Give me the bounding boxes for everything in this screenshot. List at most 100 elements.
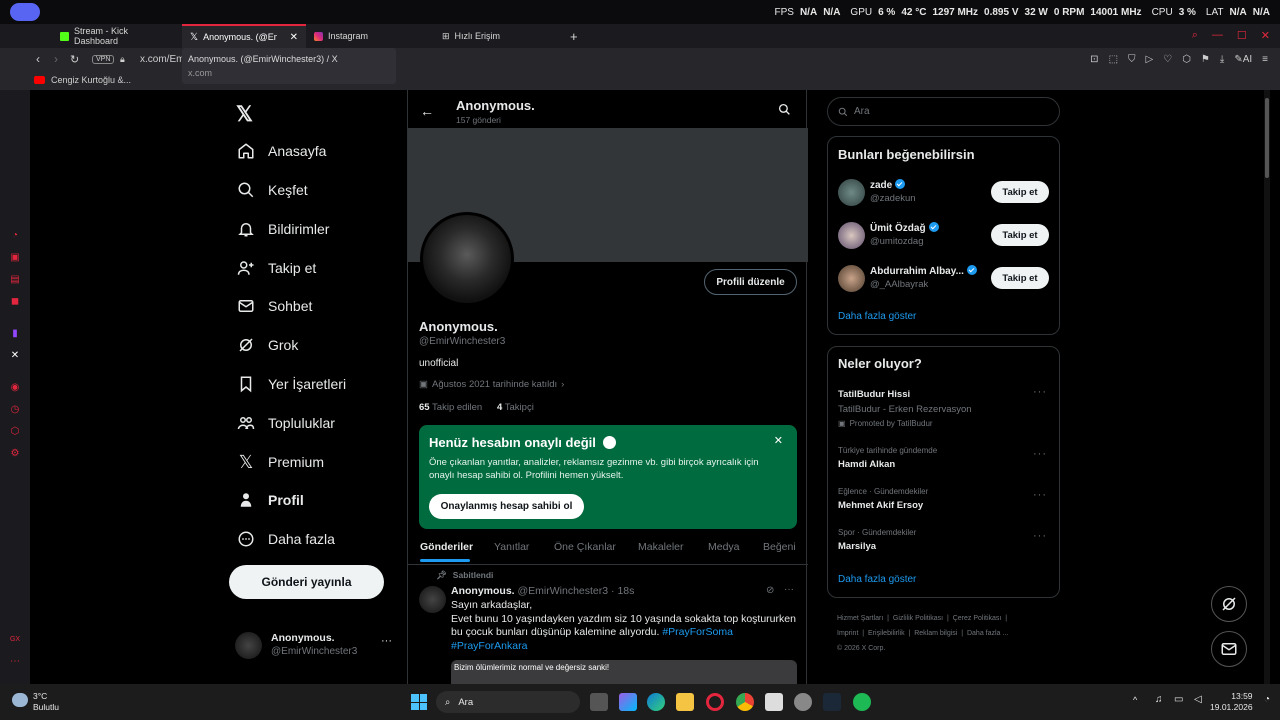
- taskbar-search[interactable]: ⌕ Ara: [436, 691, 580, 713]
- trend-title[interactable]: TatilBudur Hissi: [838, 389, 910, 400]
- get-verified-button[interactable]: Onaylanmış hesap sahibi ol: [429, 494, 584, 519]
- vpn-badge[interactable]: VPN: [92, 54, 115, 64]
- chrome-icon[interactable]: [736, 693, 754, 711]
- hashtag-link[interactable]: #PrayForSoma: [662, 626, 733, 638]
- new-tab-button[interactable]: +: [562, 24, 586, 48]
- weather-widget[interactable]: 3°C Bulutlu: [33, 691, 59, 713]
- tab-kick[interactable]: Stream - Kick Dashboard: [52, 24, 182, 48]
- trend-title[interactable]: Mehmet Akif Ersoy: [838, 500, 923, 511]
- edge-icon[interactable]: [647, 693, 665, 711]
- sidebar-more-icon[interactable]: ⋯: [9, 656, 21, 668]
- opera-gx-icon[interactable]: [706, 693, 724, 711]
- footer-link[interactable]: Çerez Politikası: [953, 615, 1002, 622]
- tab-speed-dial[interactable]: ⊞ Hızlı Erişim: [434, 24, 562, 48]
- suggestion-name-row[interactable]: zade: [870, 179, 906, 191]
- back-arrow-icon[interactable]: ←: [420, 103, 434, 119]
- nav-notifications[interactable]: Bildirimler: [237, 217, 329, 241]
- nav-grok[interactable]: Grok: [237, 333, 298, 357]
- nav-explore[interactable]: Keşfet: [237, 178, 308, 202]
- suggestion-name-row[interactable]: Abdurrahim Albay...: [870, 265, 977, 277]
- tab-x-profile[interactable]: 𝕏 Anonymous. (@EmirW ✕: [182, 24, 306, 48]
- show-more-link[interactable]: Daha fazla göster: [838, 311, 916, 322]
- messenger-icon[interactable]: ▤: [9, 274, 21, 286]
- windows-start-icon[interactable]: [411, 694, 427, 710]
- shopping-icon[interactable]: ▣: [9, 252, 21, 264]
- footer-link[interactable]: Hizmet Şartları: [837, 615, 883, 622]
- x-sidebar-icon[interactable]: ✕: [9, 350, 21, 362]
- trend-more-icon[interactable]: ···: [1033, 386, 1047, 398]
- nav-communities[interactable]: Topluluklar: [237, 411, 335, 435]
- post-button[interactable]: Gönderi yayınla: [229, 565, 384, 599]
- forward-icon[interactable]: ›: [54, 52, 58, 66]
- scrollbar[interactable]: [1264, 90, 1270, 684]
- bookmark-page-icon[interactable]: ⊡: [1090, 54, 1098, 65]
- steam-icon[interactable]: [823, 693, 841, 711]
- scrollbar-thumb[interactable]: [1265, 98, 1269, 178]
- file-explorer-icon[interactable]: [676, 693, 694, 711]
- nav-chat[interactable]: Sohbet: [237, 294, 312, 318]
- avatar[interactable]: [838, 222, 865, 249]
- post-avatar[interactable]: [419, 586, 446, 613]
- tab-replies[interactable]: Yanıtlar: [494, 541, 529, 553]
- maximize-icon[interactable]: ☐: [1237, 29, 1247, 42]
- nav-bookmarks[interactable]: Yer İşaretleri: [237, 372, 346, 396]
- account-switcher[interactable]: Anonymous. @EmirWinchester3 ···: [235, 630, 405, 660]
- tab-articles[interactable]: Makaleler: [638, 541, 684, 553]
- bookmark-item[interactable]: Cengiz Kurtoğlu &...: [51, 75, 131, 85]
- avatar[interactable]: [838, 265, 865, 292]
- store-icon[interactable]: [765, 693, 783, 711]
- mic-icon[interactable]: ♫: [1155, 694, 1163, 705]
- url-field[interactable]: x.com/Emi: [140, 54, 187, 65]
- nav-more[interactable]: Daha fazla: [237, 527, 335, 551]
- nav-profile[interactable]: Profil: [237, 488, 304, 512]
- trend-more-icon[interactable]: ···: [1033, 530, 1047, 542]
- grok-fab[interactable]: [1211, 586, 1247, 622]
- close-icon[interactable]: ✕: [774, 434, 783, 447]
- messages-fab[interactable]: [1211, 631, 1247, 667]
- footer-link[interactable]: Gizlilik Politikası: [893, 615, 943, 622]
- widgets-icon[interactable]: [619, 693, 637, 711]
- tab-media[interactable]: Medya: [708, 541, 740, 553]
- search-tabs-icon[interactable]: ⌕: [1192, 29, 1198, 42]
- menu-icon[interactable]: ≡: [1262, 54, 1268, 65]
- minimize-icon[interactable]: —: [1212, 29, 1223, 42]
- footer-link[interactable]: Reklam bilgisi: [914, 630, 957, 637]
- player-icon[interactable]: ◉: [9, 382, 21, 394]
- player-toolbar-icon[interactable]: ▷: [1146, 54, 1154, 65]
- task-view-icon[interactable]: [590, 693, 608, 711]
- follow-button[interactable]: Takip et: [991, 224, 1049, 246]
- close-window-icon[interactable]: ✕: [1261, 29, 1270, 42]
- grok-post-icon[interactable]: ⊘: [766, 585, 774, 596]
- twitch-icon[interactable]: ▮: [9, 328, 21, 340]
- discord-icon[interactable]: [10, 3, 40, 21]
- cube-icon[interactable]: ⬡: [1182, 54, 1191, 65]
- extensions-icon[interactable]: ⬡: [9, 426, 21, 438]
- footer-link[interactable]: Erişilebilirlik: [868, 630, 905, 637]
- tab-instagram[interactable]: Instagram: [306, 24, 434, 48]
- nav-home[interactable]: Anasayfa: [237, 139, 326, 163]
- trend-more-icon[interactable]: ···: [1033, 448, 1047, 460]
- footer-link[interactable]: Daha fazla ...: [967, 630, 1008, 637]
- network-icon[interactable]: ▭: [1174, 694, 1183, 705]
- aria-icon[interactable]: ◔: [9, 230, 21, 242]
- adblock-icon[interactable]: ⛉: [1128, 54, 1136, 65]
- weather-icon[interactable]: [12, 693, 28, 707]
- edit-profile-button[interactable]: Profili düzenle: [704, 269, 797, 295]
- search-input[interactable]: Ara: [827, 97, 1060, 126]
- follow-button[interactable]: Takip et: [991, 181, 1049, 203]
- extension-icon[interactable]: ⚑: [1201, 54, 1210, 65]
- suggestion-name-row[interactable]: Ümit Özdağ: [870, 222, 939, 234]
- post-author[interactable]: Anonymous.: [451, 585, 515, 597]
- app-icon[interactable]: [794, 693, 812, 711]
- nav-follow[interactable]: Takip et: [237, 256, 316, 280]
- lock-icon[interactable]: 🔒︎: [120, 54, 125, 65]
- close-tab-icon[interactable]: ✕: [290, 32, 298, 43]
- show-more-link[interactable]: Daha fazla göster: [838, 574, 916, 585]
- trend-title[interactable]: Hamdi Alkan: [838, 459, 895, 470]
- gx-icon[interactable]: GX: [9, 634, 21, 646]
- followers-stat[interactable]: 4 Takipçi: [497, 402, 534, 413]
- back-icon[interactable]: ‹: [36, 52, 40, 66]
- profile-avatar[interactable]: [420, 212, 514, 306]
- tab-highlights[interactable]: Öne Çıkanlar: [554, 541, 616, 553]
- trend-title[interactable]: Marsilya: [838, 541, 876, 552]
